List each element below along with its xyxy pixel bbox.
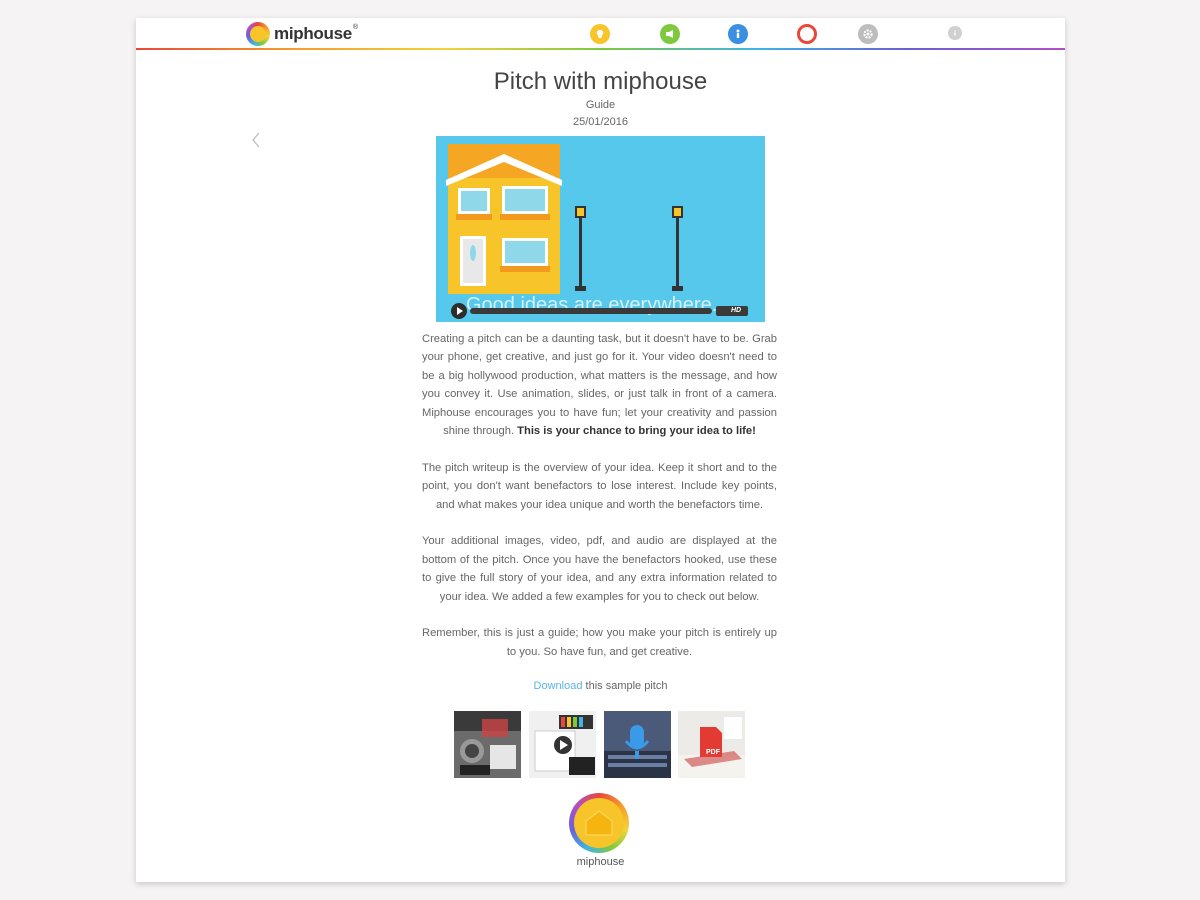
pitch-guide-text: Creating a pitch can be a daunting task,… — [422, 330, 777, 680]
brand-name: miphouse® — [274, 24, 358, 43]
paragraph-1: Creating a pitch can be a daunting task,… — [422, 333, 777, 438]
paragraph-2: The pitch writeup is the overview of you… — [422, 461, 777, 511]
rainbow-divider — [136, 48, 1065, 50]
paragraph-4: Remember, this is just a guide; how you … — [422, 627, 777, 658]
pdf-label: PDF — [706, 749, 720, 756]
hd-badge[interactable]: HD — [716, 306, 748, 316]
brand-logo[interactable]: miphouse® — [246, 22, 358, 46]
ideas-icon[interactable] — [590, 24, 610, 44]
download-line: Download this sample pitch — [533, 680, 668, 692]
video-player[interactable]: Good ideas are everywhere. HD — [436, 136, 765, 322]
seek-bar[interactable] — [470, 308, 712, 314]
attachment-image-thumb[interactable] — [454, 711, 521, 778]
page-card: miphouse® Pitch with miphouse Guide 25/0… — [136, 18, 1065, 882]
attachment-pdf-thumb[interactable]: PDF — [678, 711, 745, 778]
record-icon[interactable] — [797, 24, 817, 44]
page-subtitle: Guide — [585, 99, 616, 111]
logo-mark-icon — [246, 22, 270, 46]
footer-logo[interactable] — [569, 793, 629, 853]
footer-label: miphouse — [576, 856, 625, 868]
play-button[interactable] — [451, 303, 467, 319]
back-chevron-icon[interactable] — [249, 130, 263, 150]
paragraph-3: Your additional images, video, pdf, and … — [422, 535, 777, 603]
page-title: Pitch with miphouse — [493, 68, 708, 95]
top-bar: miphouse® — [136, 18, 1065, 50]
download-link[interactable]: Download — [534, 680, 583, 692]
attachment-audio-thumb[interactable] — [604, 711, 671, 778]
info-person-icon[interactable] — [728, 24, 748, 44]
page-date: 25/01/2016 — [572, 116, 629, 128]
megaphone-icon[interactable] — [660, 24, 680, 44]
info-icon[interactable] — [948, 26, 962, 40]
gear-icon[interactable] — [858, 24, 878, 44]
video-controls: HD — [436, 300, 765, 322]
house-icon — [585, 810, 613, 836]
attachment-video-thumb[interactable] — [529, 711, 596, 778]
